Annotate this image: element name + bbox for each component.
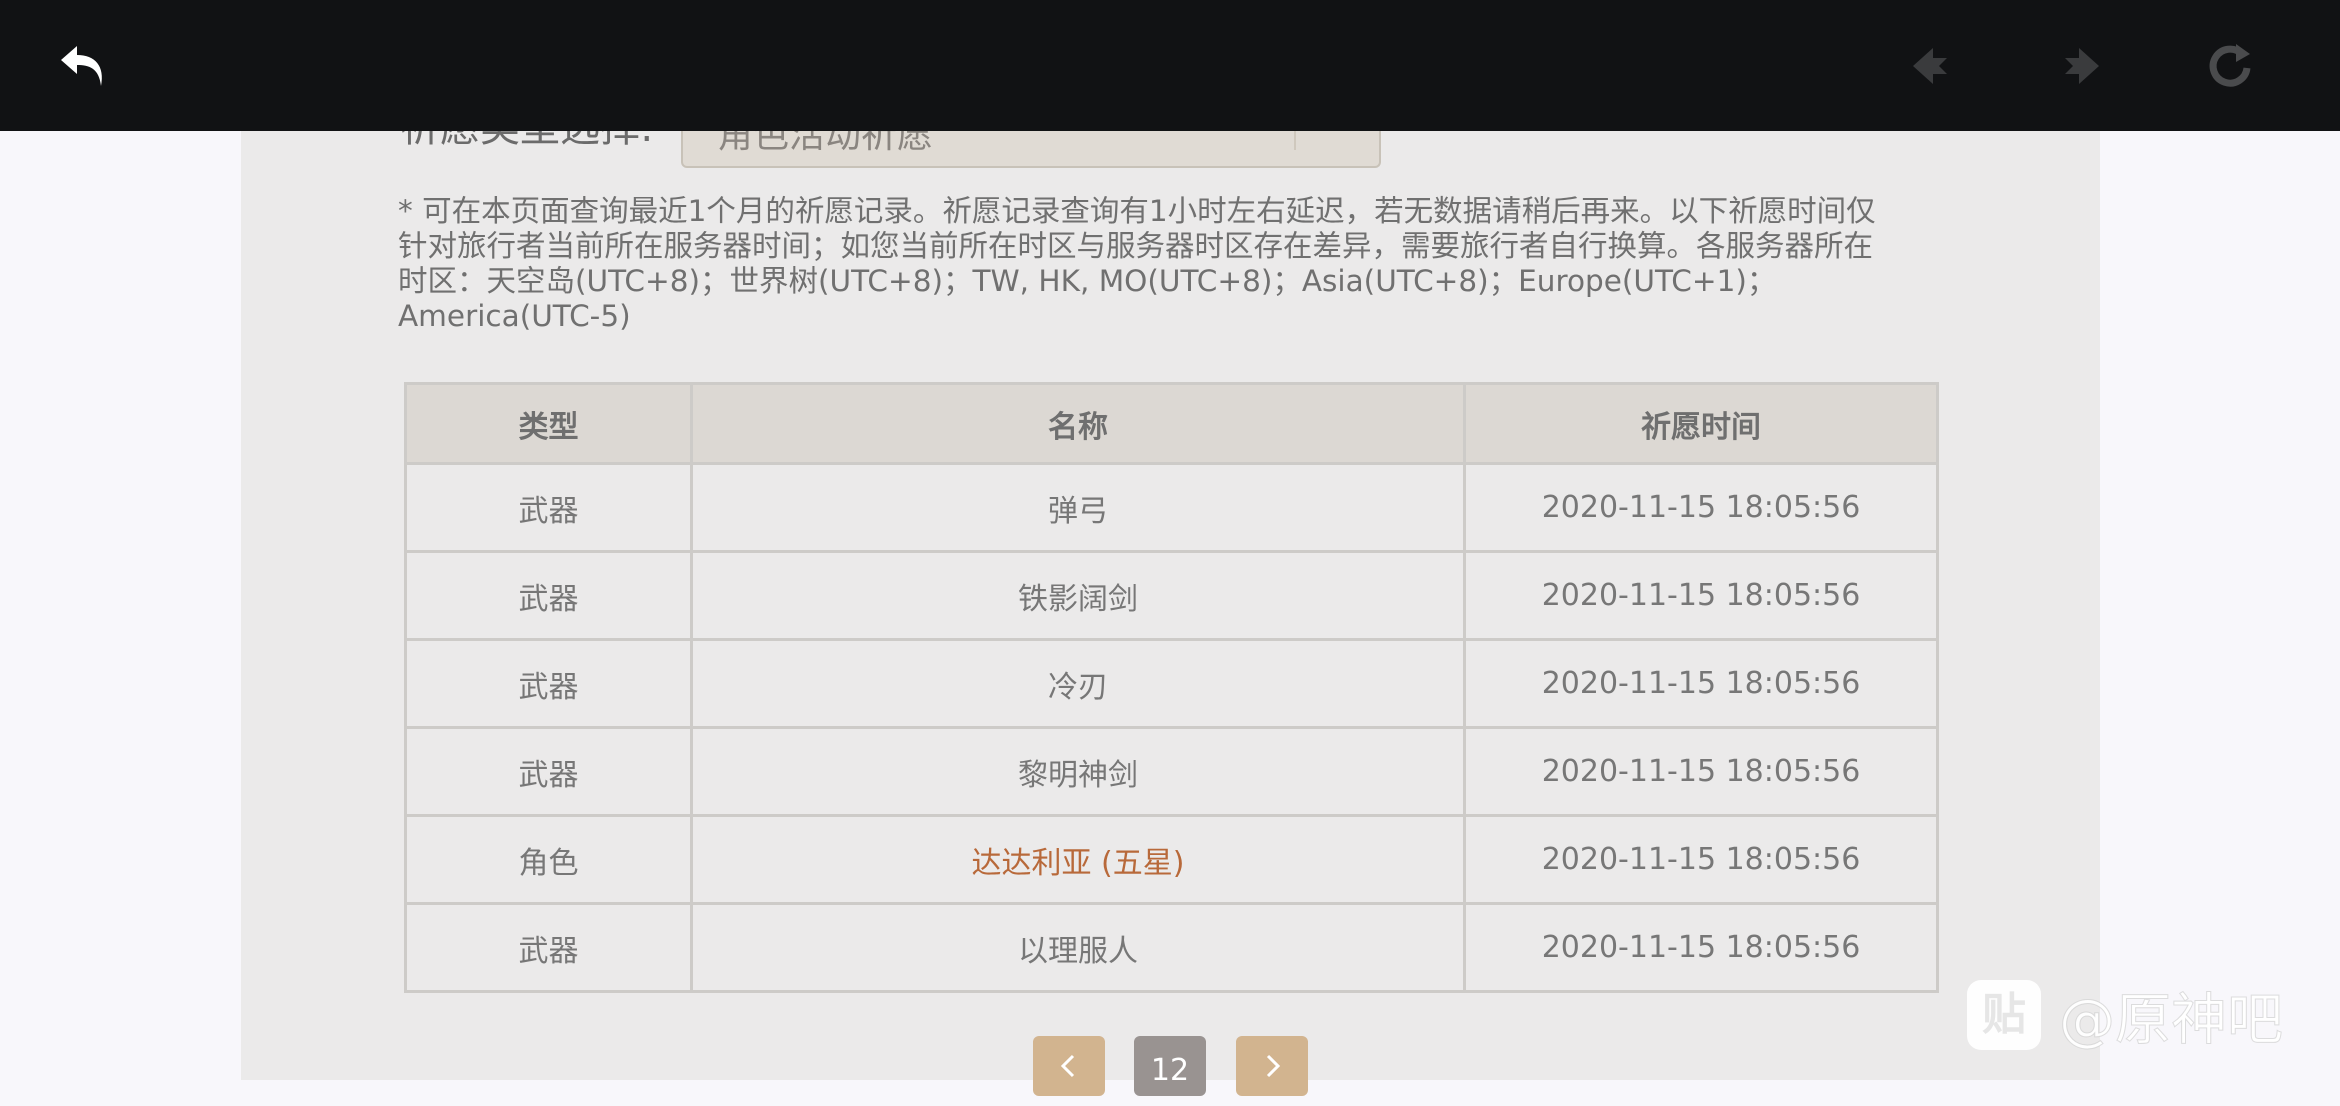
cell-time: 2020-11-15 18:05:56 — [1463, 814, 1939, 905]
table-row: 武器 以理服人 2020-11-15 18:05:56 — [404, 902, 1939, 993]
column-header-time: 祈愿时间 — [1463, 382, 1939, 465]
table-row: 武器 黎明神剑 2020-11-15 18:05:56 — [404, 726, 1939, 817]
watermark-badge: 贴 — [1967, 980, 2041, 1050]
cell-time: 2020-11-15 18:05:56 — [1463, 550, 1939, 641]
prev-page-button[interactable] — [1033, 1036, 1105, 1096]
watermark: 贴 @原神吧 — [1967, 980, 2284, 1053]
column-header-name: 名称 — [690, 382, 1466, 465]
back-arrow-icon[interactable] — [55, 38, 111, 94]
cell-type: 武器 — [404, 638, 693, 729]
cell-type: 武器 — [404, 726, 693, 817]
cell-time: 2020-11-15 18:05:56 — [1463, 638, 1939, 729]
wish-history-table: 类型 名称 祈愿时间 武器 弹弓 2020-11-15 18:05:56 武器 … — [404, 382, 1939, 993]
cell-time: 2020-11-15 18:05:56 — [1463, 902, 1939, 993]
table-header-row: 类型 名称 祈愿时间 — [404, 382, 1939, 465]
notice-line: 时区：天空岛(UTC+8)；世界树(UTC+8)；TW, HK, MO(UTC+… — [398, 264, 1777, 298]
table-row: 武器 冷刃 2020-11-15 18:05:56 — [404, 638, 1939, 729]
cell-type: 武器 — [404, 550, 693, 641]
cell-type: 角色 — [404, 814, 693, 905]
cell-name: 以理服人 — [690, 902, 1466, 993]
notice-line: * 可在本页面查询最近1个月的祈愿记录。祈愿记录查询有1小时左右延迟，若无数据请… — [398, 194, 1876, 228]
table-row: 武器 铁影阔剑 2020-11-15 18:05:56 — [404, 550, 1939, 641]
notice-text: * 可在本页面查询最近1个月的祈愿记录。祈愿记录查询有1小时左右延迟，若无数据请… — [398, 194, 1938, 334]
refresh-icon[interactable] — [2202, 38, 2258, 94]
current-page-number[interactable]: 12 — [1134, 1036, 1206, 1096]
cell-name: 冷刃 — [690, 638, 1466, 729]
chevron-right-icon — [1266, 1054, 1281, 1078]
browser-toolbar — [0, 0, 2340, 131]
table-row: 角色 达达利亚 (五星) 2020-11-15 18:05:56 — [404, 814, 1939, 905]
notice-line: 针对旅行者当前所在服务器时间；如您当前所在时区与服务器时区存在差异，需要旅行者自… — [398, 229, 1874, 263]
watermark-text: @原神吧 — [2059, 987, 2284, 1053]
cell-name: 铁影阔剑 — [690, 550, 1466, 641]
cell-time: 2020-11-15 18:05:56 — [1463, 726, 1939, 817]
cell-type: 武器 — [404, 462, 693, 553]
column-header-type: 类型 — [404, 382, 693, 465]
cell-name-five-star: 达达利亚 (五星) — [690, 814, 1466, 905]
notice-line: America(UTC-5) — [398, 299, 631, 333]
cell-time: 2020-11-15 18:05:56 — [1463, 462, 1939, 553]
table-row: 武器 弹弓 2020-11-15 18:05:56 — [404, 462, 1939, 553]
chevron-left-icon — [1060, 1054, 1075, 1078]
nav-forward-icon[interactable] — [2053, 38, 2109, 94]
cell-name: 弹弓 — [690, 462, 1466, 553]
next-page-button[interactable] — [1236, 1036, 1308, 1096]
cell-type: 武器 — [404, 902, 693, 993]
nav-back-icon[interactable] — [1903, 38, 1959, 94]
cell-name: 黎明神剑 — [690, 726, 1466, 817]
